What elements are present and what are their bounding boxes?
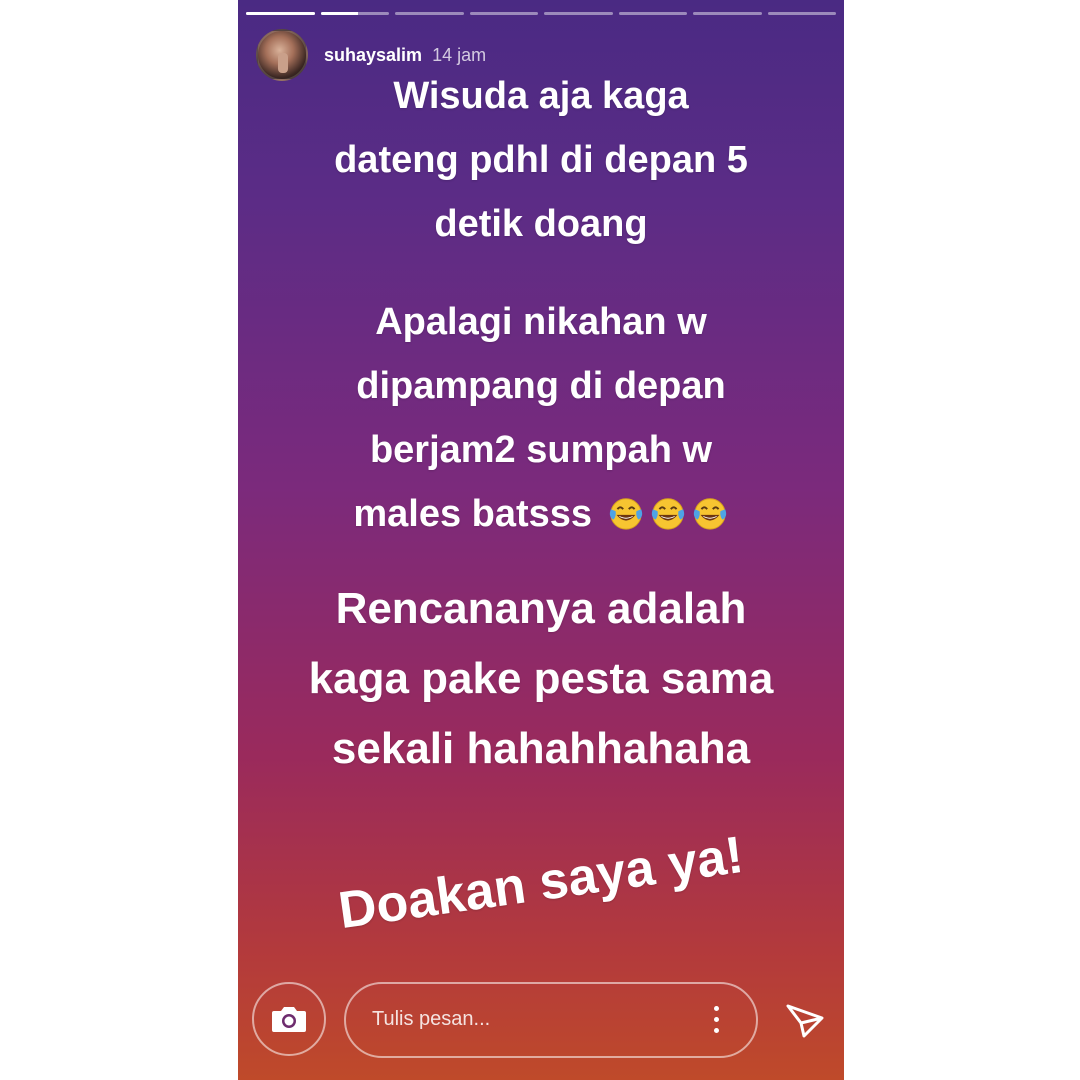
story-progress-bar: [246, 12, 836, 16]
more-vertical-icon[interactable]: [712, 1006, 720, 1036]
progress-segment: [469, 12, 538, 15]
emoji-row: [603, 493, 729, 535]
story-text-block-1: Wisuda aja kaga dateng pdhl di depan 5 d…: [238, 64, 844, 256]
progress-segment: [320, 12, 389, 15]
camera-icon: [272, 1007, 306, 1032]
story-timestamp: 14 jam: [432, 44, 487, 65]
send-button[interactable]: [782, 998, 828, 1044]
story-text-line: detik doang: [434, 203, 648, 245]
story-text-line: kaga pake pesta sama: [308, 654, 774, 703]
message-placeholder: Tulis pesan...: [372, 1008, 491, 1030]
progress-segment: [246, 12, 315, 15]
face-with-tears-of-joy-icon: [691, 488, 729, 530]
story-text-line: Wisuda aja kaga: [393, 75, 689, 117]
progress-segment: [395, 12, 464, 15]
story-text-line: Apalagi nikahan w: [375, 301, 707, 343]
progress-segment: [693, 12, 762, 15]
camera-button[interactable]: [252, 982, 326, 1056]
story-text-line-with-emoji: males batsss: [238, 482, 844, 546]
story-text-line: Rencananya adalah: [335, 584, 747, 633]
story-text-line: dipampang di depan: [356, 365, 726, 407]
face-with-tears-of-joy-icon: [607, 488, 645, 530]
face-with-tears-of-joy-icon: [649, 488, 687, 530]
story-text-block-3: Rencananya adalah kaga pake pesta sama s…: [238, 574, 844, 784]
message-input[interactable]: Tulis pesan...: [344, 982, 758, 1058]
story-text-line: sekali hahahhahaha: [331, 724, 751, 773]
progress-segment: [544, 12, 613, 15]
story-text-block-4: Doakan saya ya!: [238, 806, 844, 960]
username[interactable]: suhaysalim: [324, 45, 422, 66]
send-icon: [786, 1004, 824, 1038]
story-text-line: males batsss: [353, 493, 593, 535]
story-text-line: berjam2 sumpah w: [369, 429, 713, 471]
story-text-block-2: Apalagi nikahan w dipampang di depan ber…: [238, 290, 844, 546]
progress-segment: [767, 12, 836, 15]
story-text-line: dateng pdhl di depan 5: [334, 139, 748, 181]
story-text-line: Doakan saya ya!: [335, 825, 747, 941]
reply-composer: Tulis pesan...: [252, 982, 842, 1062]
story-viewer[interactable]: suhaysalim 14 jam Wisuda aja kaga dateng…: [238, 0, 844, 1080]
progress-segment: [618, 12, 687, 15]
